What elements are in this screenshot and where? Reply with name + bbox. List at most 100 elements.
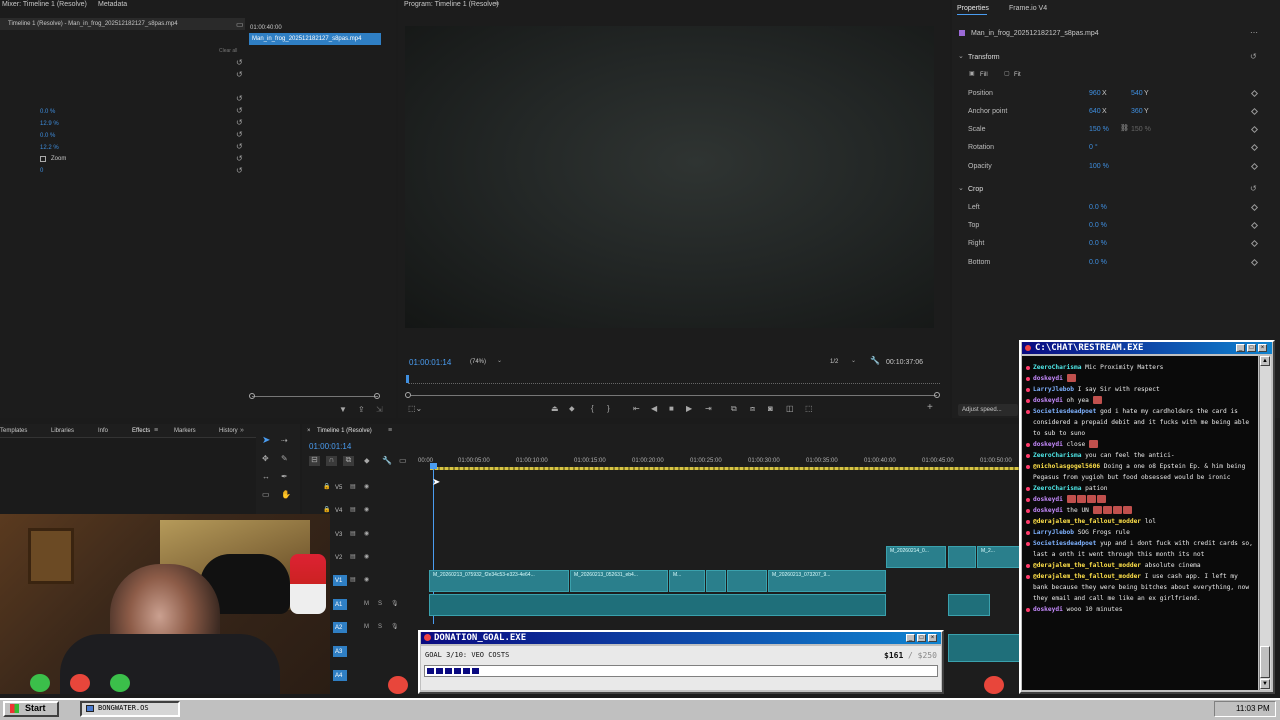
eye-icon[interactable]: ◉ — [364, 484, 369, 490]
timeline-clip[interactable] — [706, 570, 726, 592]
chat-username[interactable]: Societiesdeadpoet — [1033, 408, 1096, 415]
reset-icon[interactable]: ↺ — [1250, 184, 1257, 193]
chat-scroll-down[interactable]: ▼ — [1260, 679, 1270, 689]
fit-label[interactable]: Fit — [1014, 72, 1021, 78]
film-icon[interactable]: ▤ — [350, 484, 356, 490]
fill-icon[interactable]: ▣ — [969, 71, 975, 77]
tab-metadata[interactable]: Metadata — [98, 1, 127, 8]
program-monitor-title[interactable]: Program: Timeline 1 (Resolve) — [404, 1, 499, 8]
settings-icon[interactable]: ⇲ — [376, 406, 383, 414]
maximize-button[interactable]: □ — [1247, 344, 1256, 352]
go-to-in-icon[interactable]: ⇤ — [633, 405, 640, 413]
eye-icon[interactable]: ◉ — [364, 531, 369, 537]
chevron-down-icon[interactable]: ⌄ — [851, 358, 856, 364]
linked-selection-icon[interactable]: ⧉ — [343, 456, 354, 466]
nest-icon[interactable]: ⊟ — [309, 456, 320, 466]
scale-value[interactable]: 150 % — [1089, 126, 1109, 133]
slip-icon[interactable]: ↔ — [262, 473, 270, 481]
panel-menu-icon[interactable]: ≡ — [154, 427, 158, 434]
step-forward-icon[interactable]: ▶ — [686, 405, 692, 413]
export-icon[interactable]: ⇪ — [358, 406, 365, 414]
chat-username[interactable]: ZeeroCharisma — [1033, 452, 1081, 459]
scroll-handle-right[interactable] — [934, 392, 940, 398]
camera-icon[interactable]: ◙ — [768, 405, 773, 413]
chat-username[interactable]: ZeeroCharisma — [1033, 364, 1081, 371]
mark-out-icon[interactable]: } — [607, 405, 610, 413]
track-v2[interactable]: V2 — [335, 555, 342, 561]
reset-icon[interactable]: ↺ — [236, 70, 243, 79]
timeline-close-icon[interactable]: × — [307, 428, 311, 434]
overflow-icon[interactable]: » — [240, 427, 244, 434]
chat-username[interactable]: ZeeroCharisma — [1033, 485, 1081, 492]
tab-properties[interactable]: Properties — [957, 5, 989, 12]
chat-username[interactable]: doskeydi — [1033, 507, 1063, 514]
timeline-timecode[interactable]: 01:00:01:14 — [309, 442, 351, 451]
add-marker-icon[interactable]: ⬥ — [364, 457, 370, 465]
pen-icon[interactable]: ✒ — [281, 473, 288, 481]
chat-username[interactable]: @nicholasgogel5606 — [1033, 463, 1100, 470]
panel-menu-icon[interactable]: ▭ — [236, 21, 244, 29]
source-scrollbar[interactable] — [252, 396, 378, 397]
effect-value[interactable]: 0.0 % — [40, 133, 55, 139]
chat-message-area[interactable]: ZeeroCharisma Mic Proximity Matters dosk… — [1022, 356, 1258, 690]
chat-username[interactable]: doskeydi — [1033, 606, 1063, 613]
go-to-out-icon[interactable]: ⇥ — [705, 405, 712, 413]
minimize-button[interactable]: _ — [906, 634, 915, 642]
position-x[interactable]: 960 — [1089, 90, 1101, 97]
mute-icon[interactable]: M — [364, 624, 369, 630]
chevron-down-icon[interactable]: ⌄ — [958, 185, 964, 192]
mute-icon[interactable]: M — [364, 601, 369, 607]
lock-icon[interactable]: 🔒 — [323, 484, 330, 490]
reset-icon[interactable]: ↺ — [1250, 52, 1257, 61]
timeline-clip[interactable]: M... — [669, 570, 705, 592]
selection-tool-icon[interactable]: ➤ — [262, 436, 270, 446]
solo-icon[interactable]: S — [378, 624, 382, 630]
effect-value[interactable]: 12.2 % — [40, 145, 59, 151]
audio-clip[interactable] — [948, 634, 1020, 662]
mark-in-icon[interactable]: { — [591, 405, 594, 413]
timeline-clip[interactable]: M_20260214_0... — [886, 546, 946, 568]
track-v3[interactable]: V3 — [335, 532, 342, 538]
eye-icon[interactable]: ◉ — [364, 554, 369, 560]
chat-username[interactable]: LarryJlebob — [1033, 529, 1074, 536]
panel-menu-icon[interactable]: ≡ — [388, 427, 392, 434]
razor-icon[interactable]: ✎ — [281, 455, 288, 463]
clear-all-button[interactable]: Clear all — [219, 48, 237, 54]
ripple-edit-icon[interactable]: ✥ — [262, 455, 269, 463]
close-button[interactable]: × — [928, 634, 937, 642]
link-icon[interactable]: ⛓ — [1120, 125, 1129, 132]
rotation-value[interactable]: 0 ° — [1089, 144, 1098, 151]
chat-username[interactable]: @derajalem_the_fallout_modder — [1033, 562, 1141, 569]
timeline-clip[interactable] — [727, 570, 767, 592]
marker-icon[interactable]: ⬚⌄ — [408, 405, 422, 413]
crop-bottom-value[interactable]: 0.0 % — [1089, 259, 1107, 266]
film-icon[interactable]: ▤ — [350, 507, 356, 513]
step-back-icon[interactable]: ◀ — [651, 405, 657, 413]
scroll-handle-left[interactable] — [249, 393, 255, 399]
reset-icon[interactable]: ↺ — [236, 106, 243, 115]
chat-scrollbar[interactable] — [1259, 356, 1271, 690]
proxy-icon[interactable]: ⬚ — [805, 405, 813, 413]
chat-username[interactable]: doskeydi — [1033, 441, 1063, 448]
chat-username[interactable]: Societiesdeadpoet — [1033, 540, 1096, 547]
reset-icon[interactable]: ↺ — [236, 94, 243, 103]
chat-scroll-thumb[interactable] — [1260, 646, 1270, 678]
film-icon[interactable]: ▤ — [350, 554, 356, 560]
tab-libraries[interactable]: Libraries — [51, 428, 74, 434]
work-area-bar[interactable] — [430, 467, 1020, 470]
add-button-icon[interactable]: + — [927, 403, 933, 413]
program-resolution-select[interactable]: 1/2 — [830, 359, 838, 365]
stop-icon[interactable]: ■ — [669, 405, 674, 413]
program-timecode[interactable]: 01:00:01:14 — [409, 358, 451, 367]
insert-icon[interactable]: ⧉ — [731, 405, 737, 413]
mic-icon[interactable]: 🎙 — [391, 601, 399, 607]
wrench-icon[interactable]: 🔧 — [870, 357, 880, 365]
track-select-icon[interactable]: ⇢ — [281, 437, 288, 445]
track-a1[interactable]: A1 — [335, 602, 342, 608]
wrench-icon[interactable]: 🔧 — [382, 457, 392, 465]
tab-mixer[interactable]: Mixer: Timeline 1 (Resolve) — [2, 1, 87, 8]
chevron-down-icon[interactable]: ⌄ — [497, 358, 502, 364]
playhead-handle[interactable] — [430, 463, 437, 469]
tab-effects[interactable]: Effects — [132, 428, 150, 434]
eye-icon[interactable]: ◉ — [364, 507, 369, 513]
